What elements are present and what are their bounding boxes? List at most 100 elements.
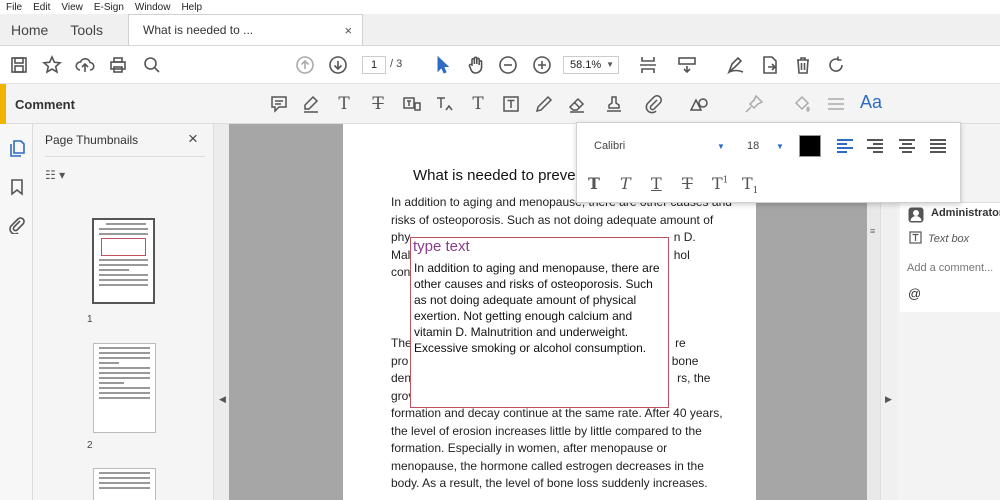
thumbnail-page-1[interactable] bbox=[92, 218, 155, 304]
stamp-icon[interactable] bbox=[603, 94, 625, 114]
paragraph-line: body. As a result, the level of bone los… bbox=[391, 476, 708, 490]
sticky-note-icon[interactable] bbox=[268, 94, 290, 114]
line-width-icon[interactable] bbox=[825, 94, 847, 114]
shapes-icon[interactable] bbox=[688, 94, 710, 114]
text-box-body[interactable]: In addition to aging and menopause, ther… bbox=[414, 260, 666, 356]
page-total: / 3 bbox=[390, 58, 403, 70]
italic-icon[interactable]: T bbox=[620, 174, 631, 193]
export-pdf-icon[interactable] bbox=[760, 55, 780, 75]
align-left-icon[interactable] bbox=[837, 139, 853, 153]
bold-icon[interactable]: T bbox=[588, 174, 600, 193]
replace-text-icon[interactable] bbox=[401, 94, 423, 114]
mention-icon[interactable]: @ bbox=[908, 286, 921, 301]
menu-esign[interactable]: E-Sign bbox=[88, 2, 129, 13]
paragraph-line: menopause, the hormone called estrogen d… bbox=[391, 458, 704, 473]
select-cursor-icon[interactable] bbox=[433, 55, 453, 75]
zoom-level-value: 58.1% bbox=[570, 59, 602, 71]
close-panel-icon[interactable]: × bbox=[188, 129, 198, 149]
menu-view[interactable]: View bbox=[55, 2, 88, 13]
chevron-down-icon[interactable]: ▼ bbox=[776, 142, 784, 151]
hand-tool-icon[interactable] bbox=[466, 55, 486, 75]
tab-document[interactable]: What is needed to ... × bbox=[128, 14, 364, 45]
trash-icon[interactable] bbox=[793, 55, 813, 75]
font-size-select[interactable]: 18 bbox=[747, 140, 759, 152]
menu-window[interactable]: Window bbox=[129, 2, 176, 13]
tab-home[interactable]: Home bbox=[0, 14, 59, 45]
pages-icon[interactable] bbox=[8, 139, 26, 157]
scroll-mode-icon[interactable] bbox=[677, 55, 697, 75]
insert-text-icon[interactable] bbox=[434, 94, 456, 114]
page-down-icon[interactable] bbox=[328, 55, 348, 75]
comment-accent bbox=[0, 84, 6, 124]
add-comment-input[interactable]: Add a comment... bbox=[907, 262, 993, 274]
text-box-type-icon bbox=[909, 231, 922, 244]
document-title: What is needed to preven bbox=[413, 167, 584, 184]
collapse-right-icon[interactable]: ▶ bbox=[885, 394, 892, 405]
superscript-icon[interactable]: T1 bbox=[712, 174, 728, 193]
paragraph-line: risks of osteoporosis. Such as not doing… bbox=[391, 212, 714, 227]
add-text-icon[interactable]: T bbox=[467, 94, 489, 114]
text-box-annotation[interactable]: type text In addition to aging and menop… bbox=[410, 237, 669, 408]
align-justify-icon[interactable] bbox=[930, 139, 946, 153]
text-box-title[interactable]: type text bbox=[413, 238, 470, 255]
thumbnail-label-2: 2 bbox=[87, 440, 93, 451]
fit-page-icon[interactable] bbox=[638, 55, 658, 75]
underline-icon[interactable]: T bbox=[651, 174, 662, 193]
cloud-upload-icon[interactable] bbox=[75, 55, 95, 75]
strikethrough-text-icon[interactable]: T bbox=[367, 94, 389, 114]
thumbnail-page-3[interactable] bbox=[93, 468, 156, 500]
paragraph-line: the level of erosion increases little by… bbox=[391, 423, 702, 438]
font-family-select[interactable]: Calibri bbox=[594, 140, 625, 152]
comment-label: Comment bbox=[15, 97, 75, 112]
thumbnail-page-2[interactable] bbox=[93, 343, 156, 433]
save-icon[interactable] bbox=[9, 55, 29, 75]
text-box-icon[interactable] bbox=[500, 94, 522, 114]
menu-help[interactable]: Help bbox=[175, 2, 207, 13]
chevron-down-icon[interactable]: ▼ bbox=[717, 142, 725, 151]
subscript-icon[interactable]: T1 bbox=[742, 174, 758, 196]
author-avatar-icon bbox=[908, 207, 924, 223]
chevron-down-icon: ▼ bbox=[606, 60, 614, 69]
star-icon[interactable] bbox=[42, 55, 62, 75]
pencil-icon[interactable] bbox=[533, 94, 555, 114]
text-properties-popup bbox=[576, 122, 961, 203]
sign-pen-icon[interactable] bbox=[726, 55, 746, 75]
zoom-level-select[interactable]: 58.1% ▼ bbox=[563, 56, 619, 74]
menu-edit[interactable]: Edit bbox=[27, 2, 55, 13]
thumbnail-options-button[interactable]: ☷ ▾ bbox=[45, 168, 65, 182]
panel-divider bbox=[45, 156, 205, 157]
paragraph-line: formation. Especially in women, after me… bbox=[391, 441, 668, 455]
left-panel-splitter[interactable]: ◀ bbox=[213, 124, 229, 500]
menu-file[interactable]: File bbox=[0, 2, 27, 13]
thumbnail-label-1: 1 bbox=[87, 314, 93, 325]
zoom-in-icon[interactable] bbox=[532, 55, 552, 75]
collapse-left-icon[interactable]: ◀ bbox=[219, 394, 226, 405]
attach-file-icon[interactable] bbox=[643, 94, 665, 114]
tab-tools[interactable]: Tools bbox=[59, 14, 114, 45]
font-color-swatch[interactable] bbox=[799, 135, 821, 157]
tab-bar: Home Tools What is needed to ... × bbox=[0, 14, 1000, 46]
attachment-icon[interactable] bbox=[8, 216, 26, 235]
menu-bar: File Edit View E-Sign Window Help bbox=[0, 0, 1000, 14]
text-properties-icon[interactable]: Aa bbox=[860, 92, 882, 113]
page-thumbnails-title: Page Thumbnails bbox=[45, 133, 139, 147]
bookmark-icon[interactable] bbox=[8, 178, 26, 196]
zoom-out-icon[interactable] bbox=[498, 55, 518, 75]
eraser-icon[interactable] bbox=[566, 94, 588, 114]
page-up-icon[interactable] bbox=[295, 55, 315, 75]
comment-type: Text box bbox=[928, 233, 970, 245]
align-right-icon[interactable] bbox=[867, 139, 883, 153]
print-icon[interactable] bbox=[108, 55, 128, 75]
strikethrough-icon[interactable]: T bbox=[682, 174, 693, 193]
close-tab-icon[interactable]: × bbox=[344, 23, 352, 38]
search-icon[interactable] bbox=[142, 55, 162, 75]
align-center-icon[interactable] bbox=[899, 139, 915, 153]
rotate-icon[interactable] bbox=[826, 55, 846, 75]
highlight-icon[interactable] bbox=[300, 94, 322, 114]
pin-icon[interactable] bbox=[743, 94, 765, 114]
page-thumbnails-panel: Page Thumbnails × ☷ ▾ bbox=[33, 124, 213, 500]
page-number-input[interactable]: 1 bbox=[362, 56, 386, 74]
fill-color-icon[interactable] bbox=[791, 94, 813, 114]
tab-document-label: What is needed to ... bbox=[143, 23, 254, 37]
underline-text-icon[interactable]: T bbox=[333, 94, 355, 114]
